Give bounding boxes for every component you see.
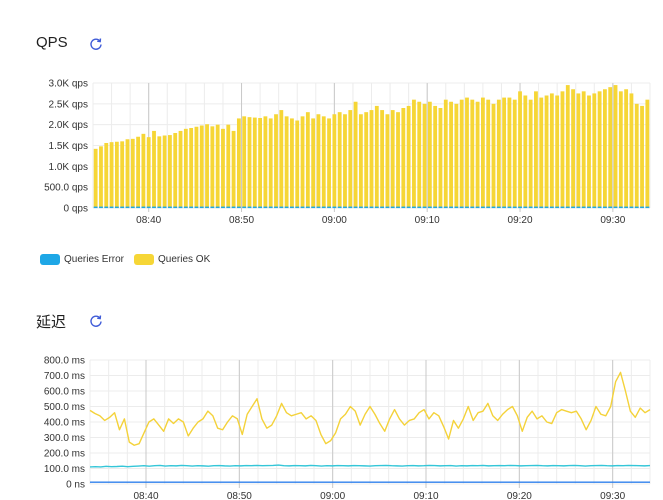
- y-tick-label: 100.0 ms: [44, 464, 85, 475]
- y-tick-label: 400.0 ms: [44, 418, 85, 429]
- x-tick-label: 09:20: [507, 491, 532, 500]
- y-tick-label: 200.0 ms: [44, 449, 85, 460]
- x-tick-label: 08:50: [227, 491, 252, 500]
- y-tick-label: 800.0 ms: [44, 356, 85, 367]
- x-tick-label: 08:40: [133, 491, 158, 500]
- y-tick-label: 300.0 ms: [44, 433, 85, 444]
- y-tick-label: 700.0 ms: [44, 371, 85, 382]
- x-tick-label: 09:10: [413, 491, 438, 500]
- series-line-lat_cyan[interactable]: [89, 464, 651, 468]
- y-tick-label: 0 ns: [66, 480, 85, 491]
- y-tick-label: 600.0 ms: [44, 387, 85, 398]
- x-tick-label: 09:30: [600, 491, 625, 500]
- x-tick-label: 09:00: [320, 491, 345, 500]
- y-tick-label: 500.0 ms: [44, 402, 85, 413]
- latency-chart: 0 ns 100.0 ms 200.0 ms 300.0 ms 400.0 ms 500.…: [44, 356, 651, 500]
